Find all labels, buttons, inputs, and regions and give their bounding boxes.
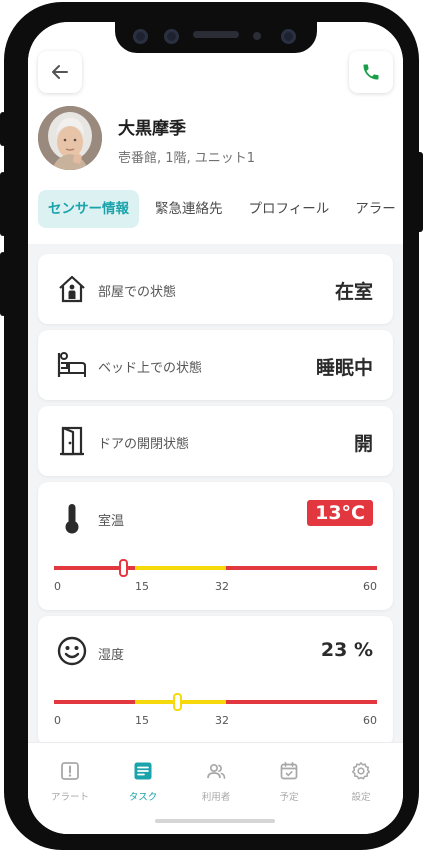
bed-icon	[57, 352, 86, 377]
nav-tasks-label: タスク	[128, 792, 158, 803]
nav-users[interactable]: 利用者	[186, 761, 246, 803]
tab-alerts[interactable]: アラー	[345, 190, 403, 228]
task-list-icon	[134, 762, 152, 780]
phone-icon	[363, 64, 379, 80]
thermometer-icon	[65, 504, 79, 534]
tab-emergency-contacts[interactable]: 緊急連絡先	[145, 190, 233, 228]
silent-switch	[0, 112, 6, 146]
calendar-icon	[280, 761, 298, 780]
temperature-tick-32: 32	[215, 580, 229, 593]
door-status-card[interactable]: ドアの開閉状態 開	[38, 406, 393, 476]
nav-alerts-label: アラート	[50, 792, 89, 803]
temperature-value-wrap: 13°C	[307, 500, 373, 526]
resident-address: 壱番館, 1階, ユニット1	[118, 151, 256, 166]
humidity-label: 湿度	[98, 648, 125, 663]
temperature-tick-60: 60	[363, 580, 377, 593]
proximity-sensor	[253, 32, 261, 40]
earpiece-speaker	[193, 31, 239, 38]
nav-tasks[interactable]: タスク	[113, 761, 173, 803]
home-indicator[interactable]	[155, 819, 275, 823]
humidity-tick-15: 15	[135, 714, 149, 727]
front-sensor	[164, 29, 179, 44]
arrow-left-icon	[52, 65, 68, 79]
call-button[interactable]	[349, 51, 393, 93]
humidity-card[interactable]: 湿度 23 % 0 15 32 60	[38, 616, 393, 746]
room-status-value: 在室	[334, 281, 373, 303]
power-button	[416, 152, 423, 232]
door-status-value: 開	[353, 433, 373, 455]
temperature-scale	[54, 559, 377, 577]
nav-schedule[interactable]: 予定	[259, 761, 319, 803]
door-icon	[60, 426, 84, 456]
temperature-tick-0: 0	[54, 580, 61, 593]
humidity-high-range	[226, 700, 377, 704]
smile-face-icon	[57, 636, 87, 666]
gear-icon	[352, 762, 370, 780]
humidity-low-range	[54, 700, 135, 704]
humidity-marker	[173, 693, 183, 711]
door-status-label: ドアの開閉状態	[98, 437, 190, 452]
house-person-icon	[59, 275, 85, 303]
resident-name: 大黒摩季	[118, 119, 186, 139]
phone-notch	[115, 22, 317, 53]
nav-settings-label: 設定	[351, 792, 371, 803]
temperature-card[interactable]: 室温 13°C 0 15 32 60	[38, 482, 393, 610]
alert-icon	[61, 762, 79, 780]
bed-status-label: ベッド上での状態	[98, 361, 203, 376]
temperature-high-range	[226, 566, 377, 570]
tab-sensor-info[interactable]: センサー情報	[38, 190, 139, 228]
temperature-value: 13°C	[307, 500, 373, 526]
front-camera	[133, 29, 148, 44]
volume-down-button	[0, 252, 6, 316]
phone-frame: 大黒摩季 壱番館, 1階, ユニット1 センサー情報 緊急連絡先 プロフィール …	[4, 2, 419, 850]
humidity-tick-32: 32	[215, 714, 229, 727]
nav-settings[interactable]: 設定	[331, 761, 391, 803]
humidity-scale	[54, 693, 377, 711]
resident-avatar	[38, 106, 102, 170]
volume-up-button	[0, 172, 6, 236]
app-screen: 大黒摩季 壱番館, 1階, ユニット1 センサー情報 緊急連絡先 プロフィール …	[28, 22, 403, 834]
temperature-tick-15: 15	[135, 580, 149, 593]
bed-status-card[interactable]: ベッド上での状態 睡眠中	[38, 330, 393, 400]
bed-status-value: 睡眠中	[315, 357, 373, 379]
back-button[interactable]	[38, 51, 82, 93]
temperature-marker	[119, 559, 129, 577]
nav-alerts[interactable]: アラート	[40, 761, 100, 803]
temperature-label: 室温	[98, 514, 125, 529]
temperature-normal-range	[134, 566, 227, 570]
front-camera-2	[281, 29, 296, 44]
resident-header: 大黒摩季 壱番館, 1階, ユニット1 センサー情報 緊急連絡先 プロフィール …	[28, 22, 403, 244]
nav-schedule-label: 予定	[279, 792, 299, 803]
humidity-tick-0: 0	[54, 714, 61, 727]
room-status-card[interactable]: 部屋での状態 在室	[38, 254, 393, 324]
tab-profile[interactable]: プロフィール	[239, 190, 340, 228]
room-status-label: 部屋での状態	[98, 285, 177, 300]
humidity-tick-60: 60	[363, 714, 377, 727]
users-icon	[207, 763, 226, 779]
nav-users-label: 利用者	[201, 792, 231, 803]
bottom-navigation: アラート タスク 利用者 予定 設定	[28, 742, 403, 834]
profile-tabs: センサー情報 緊急連絡先 プロフィール アラー	[38, 190, 403, 228]
humidity-value: 23 %	[320, 639, 373, 661]
